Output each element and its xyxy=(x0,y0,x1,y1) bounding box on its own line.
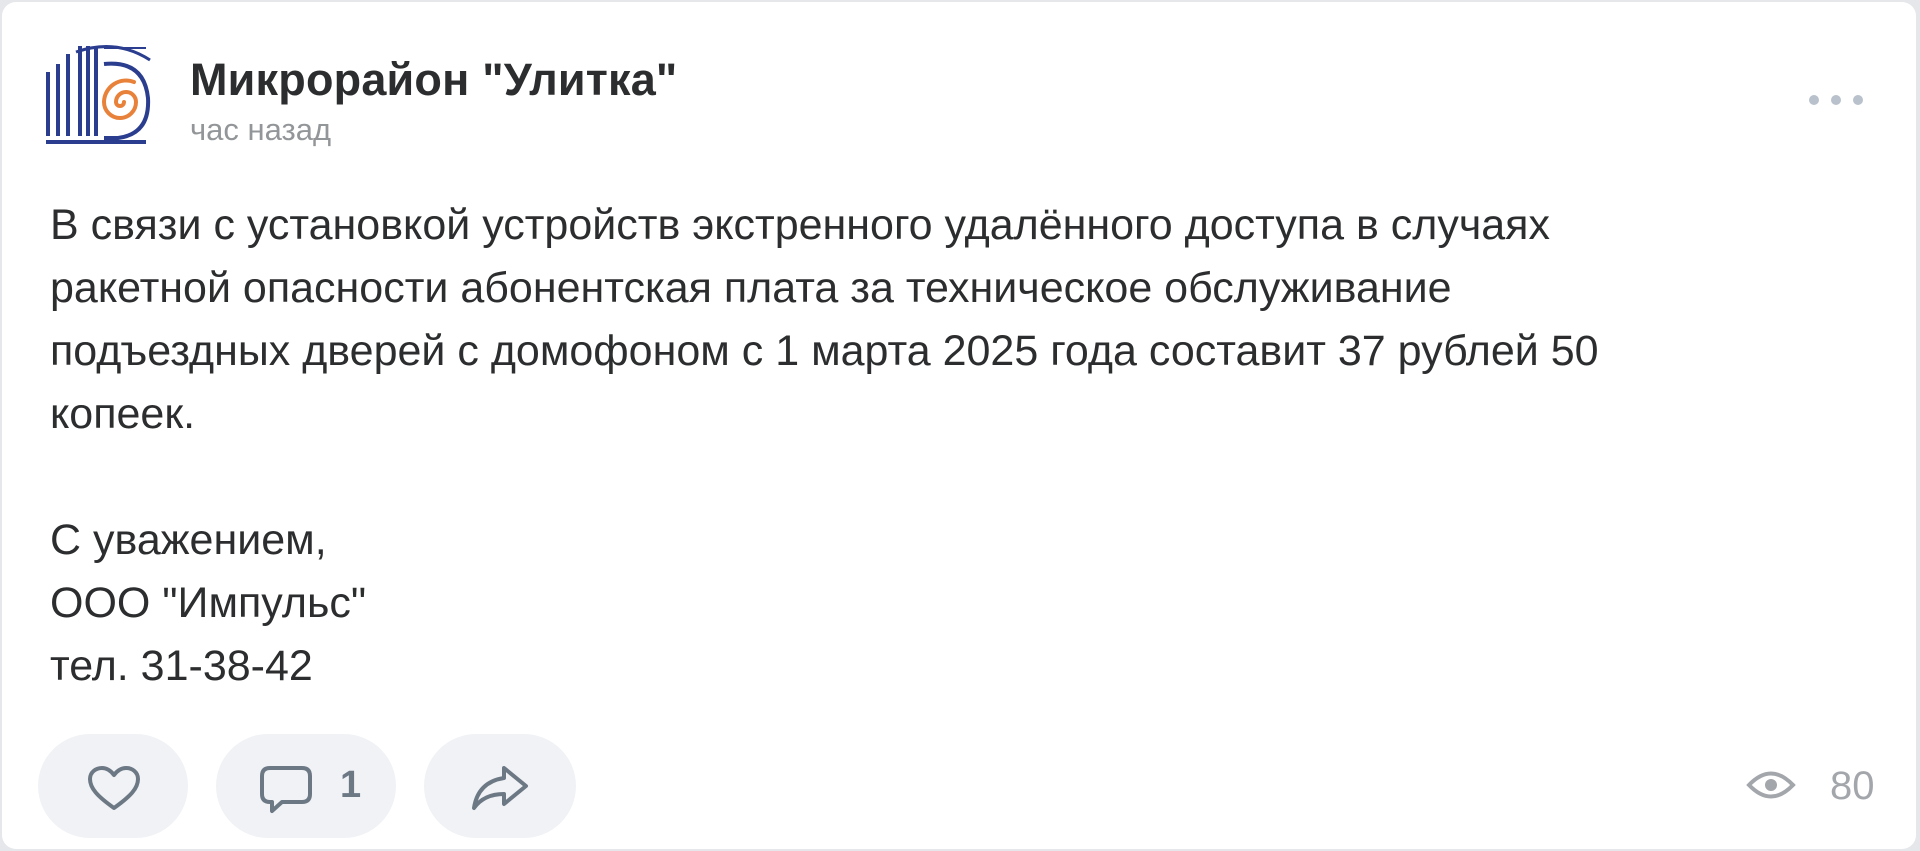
more-options-button[interactable] xyxy=(1802,82,1872,118)
post-text-line: ракетной опасности абонентская плата за … xyxy=(50,264,1452,312)
share-button[interactable] xyxy=(424,734,576,838)
comment-icon xyxy=(260,766,312,813)
comment-count: 1 xyxy=(340,764,362,806)
heart-icon xyxy=(88,766,140,810)
signature-line: тел. 31-38-42 xyxy=(50,642,313,690)
post-card: Микрорайон "Улитка" час назад В связи с … xyxy=(2,2,1916,849)
eye-icon xyxy=(1746,771,1796,799)
group-avatar[interactable] xyxy=(46,42,162,152)
like-button[interactable] xyxy=(38,734,188,838)
share-arrow-icon xyxy=(472,766,528,810)
signature-line: ООО "Импульс" xyxy=(50,579,367,627)
views-count: 80 xyxy=(1830,764,1875,808)
more-dots-icon xyxy=(1809,95,1863,105)
post-text-line: В связи с установкой устройств экстренно… xyxy=(50,201,1550,249)
group-logo-icon xyxy=(46,45,151,144)
signature-line: С уважением, xyxy=(50,516,327,564)
comment-button[interactable]: 1 xyxy=(216,734,396,838)
post-text-line: подъездных дверей с домофоном с 1 марта … xyxy=(50,327,1599,375)
group-name[interactable]: Микрорайон "Улитка" xyxy=(190,54,677,106)
post-time[interactable]: час назад xyxy=(190,112,331,148)
post-text: В связи с установкой устройств экстренно… xyxy=(50,194,1870,698)
views-counter: 80 xyxy=(1746,758,1896,814)
post-text-line: копеек. xyxy=(50,390,196,438)
